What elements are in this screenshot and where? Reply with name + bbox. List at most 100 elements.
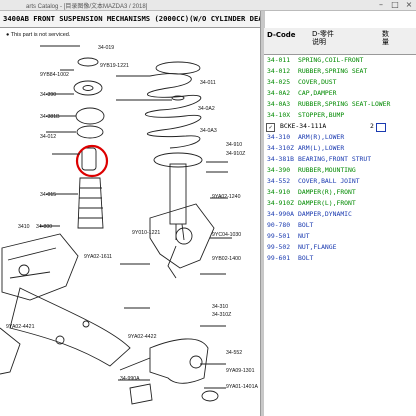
part-name: SPRING,COIL-FRONT	[298, 56, 364, 64]
close-button[interactable]: ×	[402, 0, 416, 10]
parts-list-row[interactable]: 34-025 COVER,DUST	[264, 77, 416, 88]
part-name: COVER,DUST	[298, 78, 337, 86]
part-code-input[interactable]: BCKE-34-111A	[280, 121, 326, 132]
diagram-label[interactable]: 34-012	[40, 134, 56, 140]
parts-list-row[interactable]: 34-990A DAMPER,DYNAMIC	[264, 209, 416, 220]
diagram-label[interactable]: 34-0A2	[198, 106, 215, 112]
part-code: 34-025	[267, 78, 291, 86]
part-code: 34-390	[267, 166, 291, 174]
part-name: NUT	[298, 232, 310, 240]
part-code: 34-990A	[267, 210, 294, 218]
parts-list-row[interactable]: 34-390 RUBBER,MOUNTING	[264, 165, 416, 176]
part-code: 34-0A3	[267, 100, 291, 108]
diagram-label[interactable]: 34-552	[226, 350, 242, 356]
parts-list-row[interactable]: 34-910Z DAMPER(L),FRONT	[264, 198, 416, 209]
part-name: ARM(L),LOWER	[298, 144, 345, 152]
page-title-bar: 3400AB FRONT SUSPENSION MECHANISMS (2000…	[0, 11, 262, 28]
parts-list-row[interactable]: 34-0A2 CAP,DAMPER	[264, 88, 416, 99]
parts-list-row[interactable]: 34-310 ARM(R),LOWER	[264, 132, 416, 143]
window-title: arts Catalog - [目录图像/文本MAZDA3 / 2018]	[26, 4, 148, 10]
part-code: 34-381B	[267, 155, 294, 163]
part-code: 90-780	[267, 221, 291, 229]
parts-list-row[interactable]: 99-601 BOLT	[264, 253, 416, 264]
diagram-label[interactable]: 34-910	[226, 142, 242, 148]
diagram-label[interactable]: 9YC04-1030	[212, 232, 241, 238]
diagram-label[interactable]: 9YB02-1400	[212, 256, 241, 262]
part-name: DAMPER(L),FRONT	[298, 199, 356, 207]
part-code: 34-012	[267, 67, 291, 75]
part-name: ARM(R),LOWER	[298, 133, 345, 141]
part-name: NUT,FLANGE	[298, 243, 337, 251]
diagram-label[interactable]: 9YB19-1221	[100, 63, 129, 69]
diagram-label[interactable]: 34-381B	[40, 114, 60, 120]
diagram-label[interactable]: 9Y010-1221	[132, 230, 160, 236]
diagram-label[interactable]: 34-310	[212, 304, 228, 310]
part-code: 34-10X	[267, 111, 291, 119]
part-name: BOLT	[298, 254, 314, 262]
part-code: 99-501	[267, 232, 291, 240]
parts-list-row[interactable]: 90-780 BOLT	[264, 220, 416, 231]
diagram-label[interactable]: 9YB84-1002	[40, 72, 69, 78]
not-serviced-note: ● This part is not serviced.	[6, 32, 71, 38]
column-header-qty[interactable]: 数 量	[382, 30, 389, 46]
parts-list-row-selected[interactable]: ✓ BCKE-34-111A 2	[264, 121, 416, 132]
parts-list-row[interactable]: 99-501 NUT	[264, 231, 416, 242]
minimize-button[interactable]: –	[374, 0, 388, 10]
diagram-label[interactable]: 34-800	[36, 224, 52, 230]
part-name: RUBBER,SPRING SEAT	[298, 67, 368, 75]
parts-list-header: D-Code D-零件 说明 数 量	[264, 28, 416, 55]
part-code: 34-011	[267, 56, 291, 64]
part-name: BOLT	[298, 221, 314, 229]
part-code: 99-502	[267, 243, 291, 251]
part-name: DAMPER,DYNAMIC	[298, 210, 352, 218]
maximize-button[interactable]: □	[388, 0, 402, 10]
diagram-label[interactable]: 34-310Z	[212, 312, 231, 318]
diagram-label[interactable]: 9YA02-4422	[128, 334, 156, 340]
diagram-label[interactable]: 34-910Z	[226, 151, 245, 157]
part-name: RUBBER,SPRING SEAT-LOWER	[298, 100, 391, 108]
part-name: STOPPER,BUMP	[298, 111, 345, 119]
part-name: CAP,DAMPER	[298, 89, 337, 97]
column-header-name[interactable]: D-零件 说明	[312, 30, 334, 46]
part-code: 34-910Z	[267, 199, 294, 207]
diagram-label[interactable]: 34-011	[200, 80, 216, 86]
parts-list-row[interactable]: 34-011 SPRING,COIL-FRONT	[264, 55, 416, 66]
parts-list-row[interactable]: 34-910 DAMPER(R),FRONT	[264, 187, 416, 198]
row-checkbox[interactable]: ✓	[266, 123, 275, 132]
parts-list-row[interactable]: 34-381B BEARING,FRONT STRUT	[264, 154, 416, 165]
column-header-code[interactable]: D-Code	[267, 31, 296, 39]
diagram-label[interactable]: 9YA02-1240	[212, 194, 240, 200]
parts-list-row[interactable]: 99-502 NUT,FLANGE	[264, 242, 416, 253]
suspension-illustration	[0, 45, 232, 405]
parts-list-row[interactable]: 34-012 RUBBER,SPRING SEAT	[264, 66, 416, 77]
qty-input-box[interactable]	[376, 123, 386, 132]
diagram-label[interactable]: 34-990A	[120, 376, 140, 382]
diagram-label[interactable]: 9YA01-1401A	[226, 384, 258, 390]
part-code: 34-310	[267, 133, 291, 141]
page-title: 3400AB FRONT SUSPENSION MECHANISMS (2000…	[3, 14, 262, 23]
part-code: 34-310Z	[267, 144, 294, 152]
part-qty: 2	[370, 122, 374, 130]
diagram-label[interactable]: 34-390	[40, 92, 56, 98]
part-code: 34-552	[267, 177, 291, 185]
part-name: RUBBER,MOUNTING	[298, 166, 356, 174]
diagram-label[interactable]: 9YA02-1611	[84, 254, 112, 260]
window-titlebar: arts Catalog - [目录图像/文本MAZDA3 / 2018] – …	[0, 0, 416, 11]
diagram-label[interactable]: 34-0A3	[200, 128, 217, 134]
part-name: COVER,BALL JOINT	[298, 177, 360, 185]
parts-list-row[interactable]: 34-10X STOPPER,BUMP	[264, 110, 416, 121]
part-name: BEARING,FRONT STRUT	[298, 155, 372, 163]
part-code: 34-0A2	[267, 89, 291, 97]
diagram-label[interactable]: 9YA09-1301	[226, 368, 254, 374]
diagram-label[interactable]: 9YA02-4421	[6, 324, 34, 330]
diagram-label[interactable]: 3410	[18, 224, 30, 230]
parts-list-row[interactable]: 34-552 COVER,BALL JOINT	[264, 176, 416, 187]
diagram-label[interactable]: 34-015	[40, 192, 56, 198]
parts-diagram[interactable]: ● This part is not serviced. 34-019 9YB1…	[0, 28, 260, 416]
part-code: 34-910	[267, 188, 291, 196]
part-name: DAMPER(R),FRONT	[298, 188, 356, 196]
parts-list-row[interactable]: 34-310Z ARM(L),LOWER	[264, 143, 416, 154]
diagram-label[interactable]: 34-019	[98, 45, 114, 51]
parts-list-row[interactable]: 34-0A3 RUBBER,SPRING SEAT-LOWER	[264, 99, 416, 110]
part-code: 99-601	[267, 254, 291, 262]
